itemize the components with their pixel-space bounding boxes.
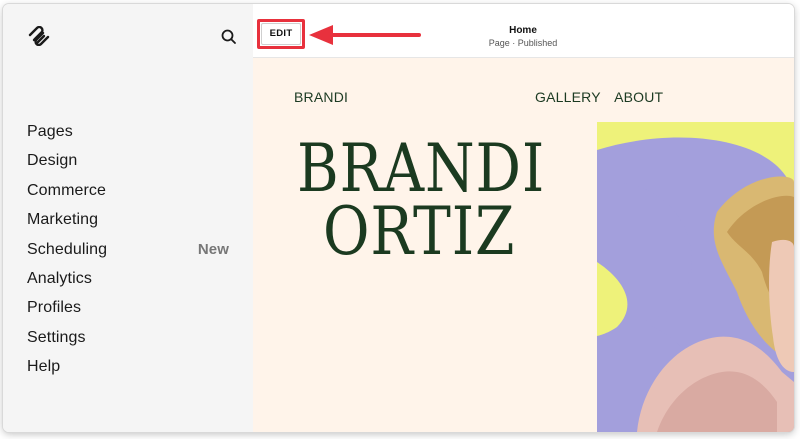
sidebar-item-design[interactable]: Design	[27, 146, 237, 175]
squarespace-logo[interactable]	[27, 26, 51, 46]
app-window: Pages Design Commerce Marketing Scheduli…	[3, 4, 794, 432]
sidebar-item-label: Scheduling	[27, 240, 108, 258]
sidebar-item-marketing[interactable]: Marketing	[27, 205, 237, 234]
hero-image	[597, 122, 794, 432]
search-icon[interactable]	[220, 28, 238, 46]
sidebar-item-settings[interactable]: Settings	[27, 323, 237, 352]
page-info: Home Page · Published	[453, 25, 593, 49]
hero-heading-line2: ORTIZ	[323, 193, 516, 270]
sidebar-item-label: Pages	[27, 123, 73, 140]
sidebar-item-label: Settings	[27, 328, 86, 346]
sidebar-item-label: Analytics	[27, 269, 92, 287]
nav-link-gallery[interactable]: GALLERY	[535, 89, 601, 105]
page-status: Page · Published	[488, 38, 558, 48]
site-brand-link[interactable]: BRANDI	[294, 89, 348, 105]
sidebar-item-label: Marketing	[27, 211, 99, 229]
sidebar-item-analytics[interactable]: Analytics	[27, 264, 237, 293]
site-preview: EDIT Home Page · Published BRANDI GALLER…	[253, 4, 794, 432]
sidebar-item-commerce[interactable]: Commerce	[27, 176, 237, 205]
site-nav: GALLERY ABOUT	[535, 89, 673, 105]
sidebar-item-pages[interactable]: Pages	[27, 117, 237, 146]
sidebar-item-scheduling[interactable]: Scheduling New	[27, 235, 237, 264]
sidebar-item-label: Design	[27, 152, 78, 170]
annotation-arrow-icon	[309, 25, 421, 45]
sidebar-nav: Pages Design Commerce Marketing Scheduli…	[27, 117, 237, 382]
editor-topbar: EDIT Home Page · Published	[253, 4, 794, 58]
edit-button[interactable]: EDIT	[261, 23, 301, 45]
sidebar-item-label: Commerce	[27, 181, 107, 199]
page-title: Home	[509, 25, 537, 36]
sidebar-item-label: Help	[27, 358, 61, 376]
sidebar: Pages Design Commerce Marketing Scheduli…	[3, 4, 253, 432]
sidebar-item-label: Profiles	[27, 299, 82, 317]
sidebar-item-profiles[interactable]: Profiles	[27, 293, 237, 322]
nav-link-about[interactable]: ABOUT	[614, 89, 663, 105]
sidebar-item-help[interactable]: Help	[27, 352, 237, 381]
new-badge: New	[197, 240, 229, 258]
